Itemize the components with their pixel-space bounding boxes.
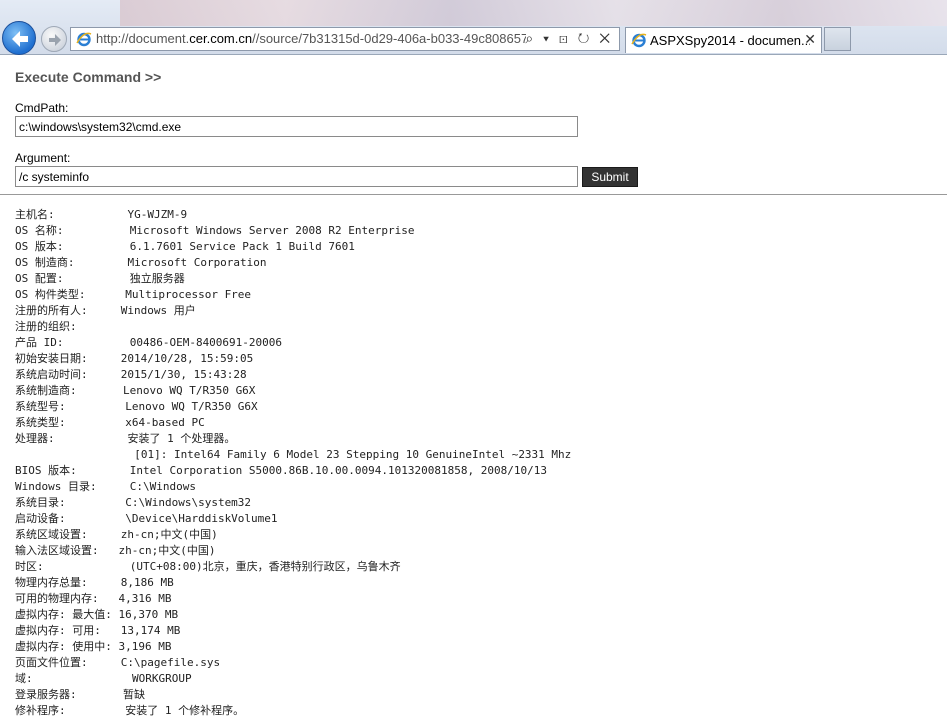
tab-title: ASPXSpy2014 - documen... (650, 33, 810, 48)
forward-arrow-icon (49, 34, 61, 46)
cmdpath-input[interactable] (15, 116, 578, 137)
page-title: Execute Command >> (15, 69, 162, 85)
argument-input[interactable] (15, 166, 578, 187)
address-bar[interactable]: http://document.cer.com.cn//source/7b313… (70, 27, 620, 51)
cmdpath-label: CmdPath: (15, 101, 69, 115)
url-text[interactable]: http://document.cer.com.cn//source/7b313… (96, 31, 526, 46)
ie-logo-icon (76, 32, 92, 47)
tab-close-icon[interactable]: ✕ (804, 31, 816, 48)
back-button[interactable] (2, 21, 36, 55)
divider (0, 194, 947, 195)
ie-logo-icon (631, 33, 647, 48)
tab-aspxspy[interactable]: ASPXSpy2014 - documen... ✕ (625, 27, 822, 53)
new-tab-button[interactable] (824, 27, 851, 51)
background-window-strip (120, 0, 947, 26)
back-arrow-icon (12, 31, 28, 47)
argument-label: Argument: (15, 151, 71, 165)
browser-toolbar: http://document.cer.com.cn//source/7b313… (0, 0, 947, 55)
forward-button[interactable] (41, 26, 67, 52)
address-bar-tools[interactable]: ⌕ ▾ ⊡ ↻ ✕ (525, 30, 613, 47)
command-output: 主机名: YG-WJZM-9 OS 名称: Microsoft Windows … (15, 208, 572, 717)
submit-button[interactable]: Submit (582, 167, 638, 187)
